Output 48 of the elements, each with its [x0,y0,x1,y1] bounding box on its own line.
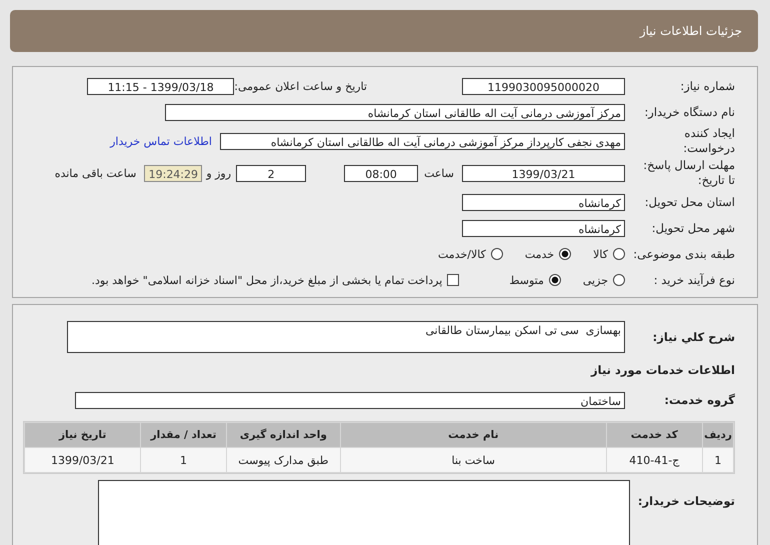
announce-date-field: 1399/03/18 - 11:15 [87,78,234,94]
deadline-date-field: 1399/03/21 [462,164,625,182]
deadline-time-field: 08:00 [344,164,418,182]
buyer-org-field: مرکز آموزشی درمانی آیت اله طالقانی استان کرمانشاه [165,104,625,120]
process-radio[interactable]: جزیی [582,274,625,286]
section-title: اطلاعات خدمات مورد نیاز [591,363,735,377]
remaining-time-field: 19:24:29 [144,164,202,182]
column-header: نام خدمت [341,423,606,447]
category-radio[interactable]: کالا/خدمت [438,248,503,260]
table-cell: ساخت بنا [341,448,606,472]
category-radio[interactable]: کالا [593,248,625,260]
table-cell: طبق مدارک پیوست [226,448,340,472]
field-label: ایجاد کننده درخواست: [682,126,735,156]
city-field: کرمانشاه [462,220,625,236]
column-header: کد خدمت [606,423,702,447]
field-label: استان محل تحویل: [644,195,735,209]
field-label: مهلت ارسال پاسخ: تا تاریخ: [642,158,735,188]
description-field: بهسازی سی تی اسکن بیمارستان طالقانی [67,321,625,353]
days-field: 2 [236,164,306,182]
province-field: کرمانشاه [462,194,625,210]
column-header: واحد اندازه گیری [226,423,340,447]
field-label: نام دستگاه خریدار: [643,105,735,119]
column-header: تاریخ نیاز [25,423,140,447]
days-label: روز و [206,166,232,180]
field-label: نوع فرآیند خرید : [652,273,735,287]
table-cell: 1399/03/21 [25,448,140,472]
need-number-field: 1199030095000020 [462,78,625,94]
field-label: توضیحات خریدار: [636,494,735,508]
column-header: تعداد / مقدار [141,423,226,447]
buyer-contact-link[interactable]: اطلاعات تماس خریدار [110,134,212,148]
page-title: جزئیات اطلاعات نیاز [640,24,742,38]
time-label: ساعت [424,166,454,180]
field-label: طبقه بندی موضوعی: [632,247,735,261]
category-radio[interactable]: خدمت [524,248,572,260]
requester-field: مهدی نجفی کارپرداز مرکز آموزشی درمانی آیت اله طالقانی استان کرمانشاه [220,132,625,150]
field-label: شهر محل تحویل: [650,221,735,235]
remaining-label: ساعت باقی مانده [54,166,136,180]
service-group-field: ساختمان [75,392,625,408]
field-label: شرح کلي نياز: [652,330,735,344]
process-radio[interactable]: متوسط [509,274,561,286]
table-cell: 1 [141,448,226,472]
table-cell: 1 [703,448,733,472]
treasury-checkbox[interactable]: پرداخت تمام یا بخشی از مبلغ خرید،از محل "اسناد خزانه اسلامی" خواهد بود. [92,274,460,286]
field-label: شماره نیاز: [679,79,735,93]
field-label: تاریخ و ساعت اعلان عمومی: [234,80,367,92]
field-label: گروه خدمت: [663,393,735,407]
column-header: ردیف [703,423,733,447]
table-cell: ج-41-410 [606,448,702,472]
